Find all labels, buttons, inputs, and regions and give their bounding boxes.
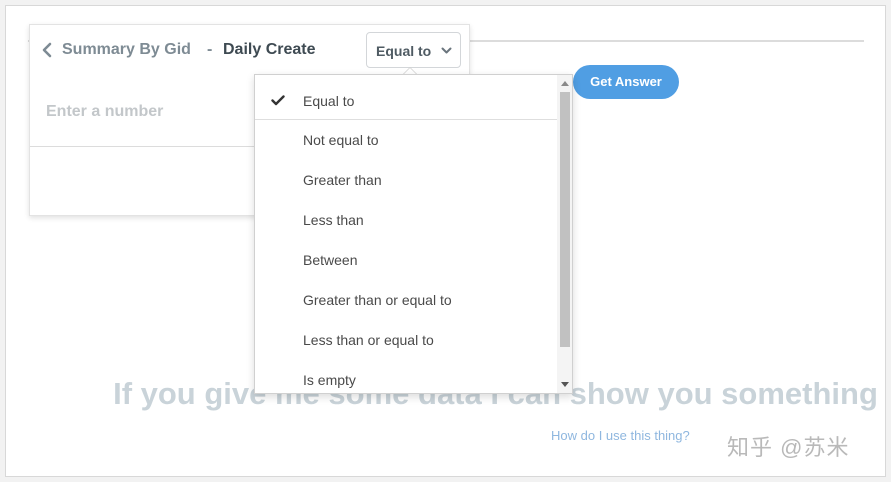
option-label: Greater than [303,172,382,188]
help-link[interactable]: How do I use this thing? [551,428,690,443]
breadcrumb-parent[interactable]: Summary By Gid [62,41,191,59]
option-label: Not equal to [303,132,379,148]
option-label: Less than or equal to [303,332,434,348]
option-label: Greater than or equal to [303,292,452,308]
option-less-than[interactable]: Less than [255,198,557,238]
breadcrumb-separator: - [207,41,213,58]
option-greater-than-or-equal-to[interactable]: Greater than or equal to [255,278,557,318]
chevron-left-icon[interactable] [40,42,54,58]
breadcrumb-current: Daily Create [223,41,316,58]
scroll-up-arrow-icon[interactable] [561,81,569,86]
scrollbar-thumb[interactable] [560,92,570,347]
option-between[interactable]: Between [255,238,557,278]
option-label: Equal to [303,93,355,109]
option-equal-to[interactable]: Equal to [255,79,557,119]
option-is-empty[interactable]: Is empty [255,358,557,393]
option-less-than-or-equal-to[interactable]: Less than or equal to [255,318,557,358]
get-answer-button[interactable]: Get Answer [573,65,679,99]
option-label: Less than [303,212,364,228]
option-label: Between [303,252,358,268]
operator-select-label: Equal to [376,43,432,59]
chevron-down-icon [441,47,452,54]
dropdown-scrollbar[interactable] [557,75,572,393]
operator-select[interactable]: Equal to [366,32,461,68]
watermark: 知乎 @苏米 [727,435,850,460]
scroll-down-arrow-icon[interactable] [561,382,569,387]
option-label: Is empty [303,372,356,388]
operator-dropdown: Equal to Not equal to Greater than Less … [254,74,573,394]
checkmark-icon [271,95,285,106]
option-greater-than[interactable]: Greater than [255,158,557,198]
option-not-equal-to[interactable]: Not equal to [255,118,557,158]
